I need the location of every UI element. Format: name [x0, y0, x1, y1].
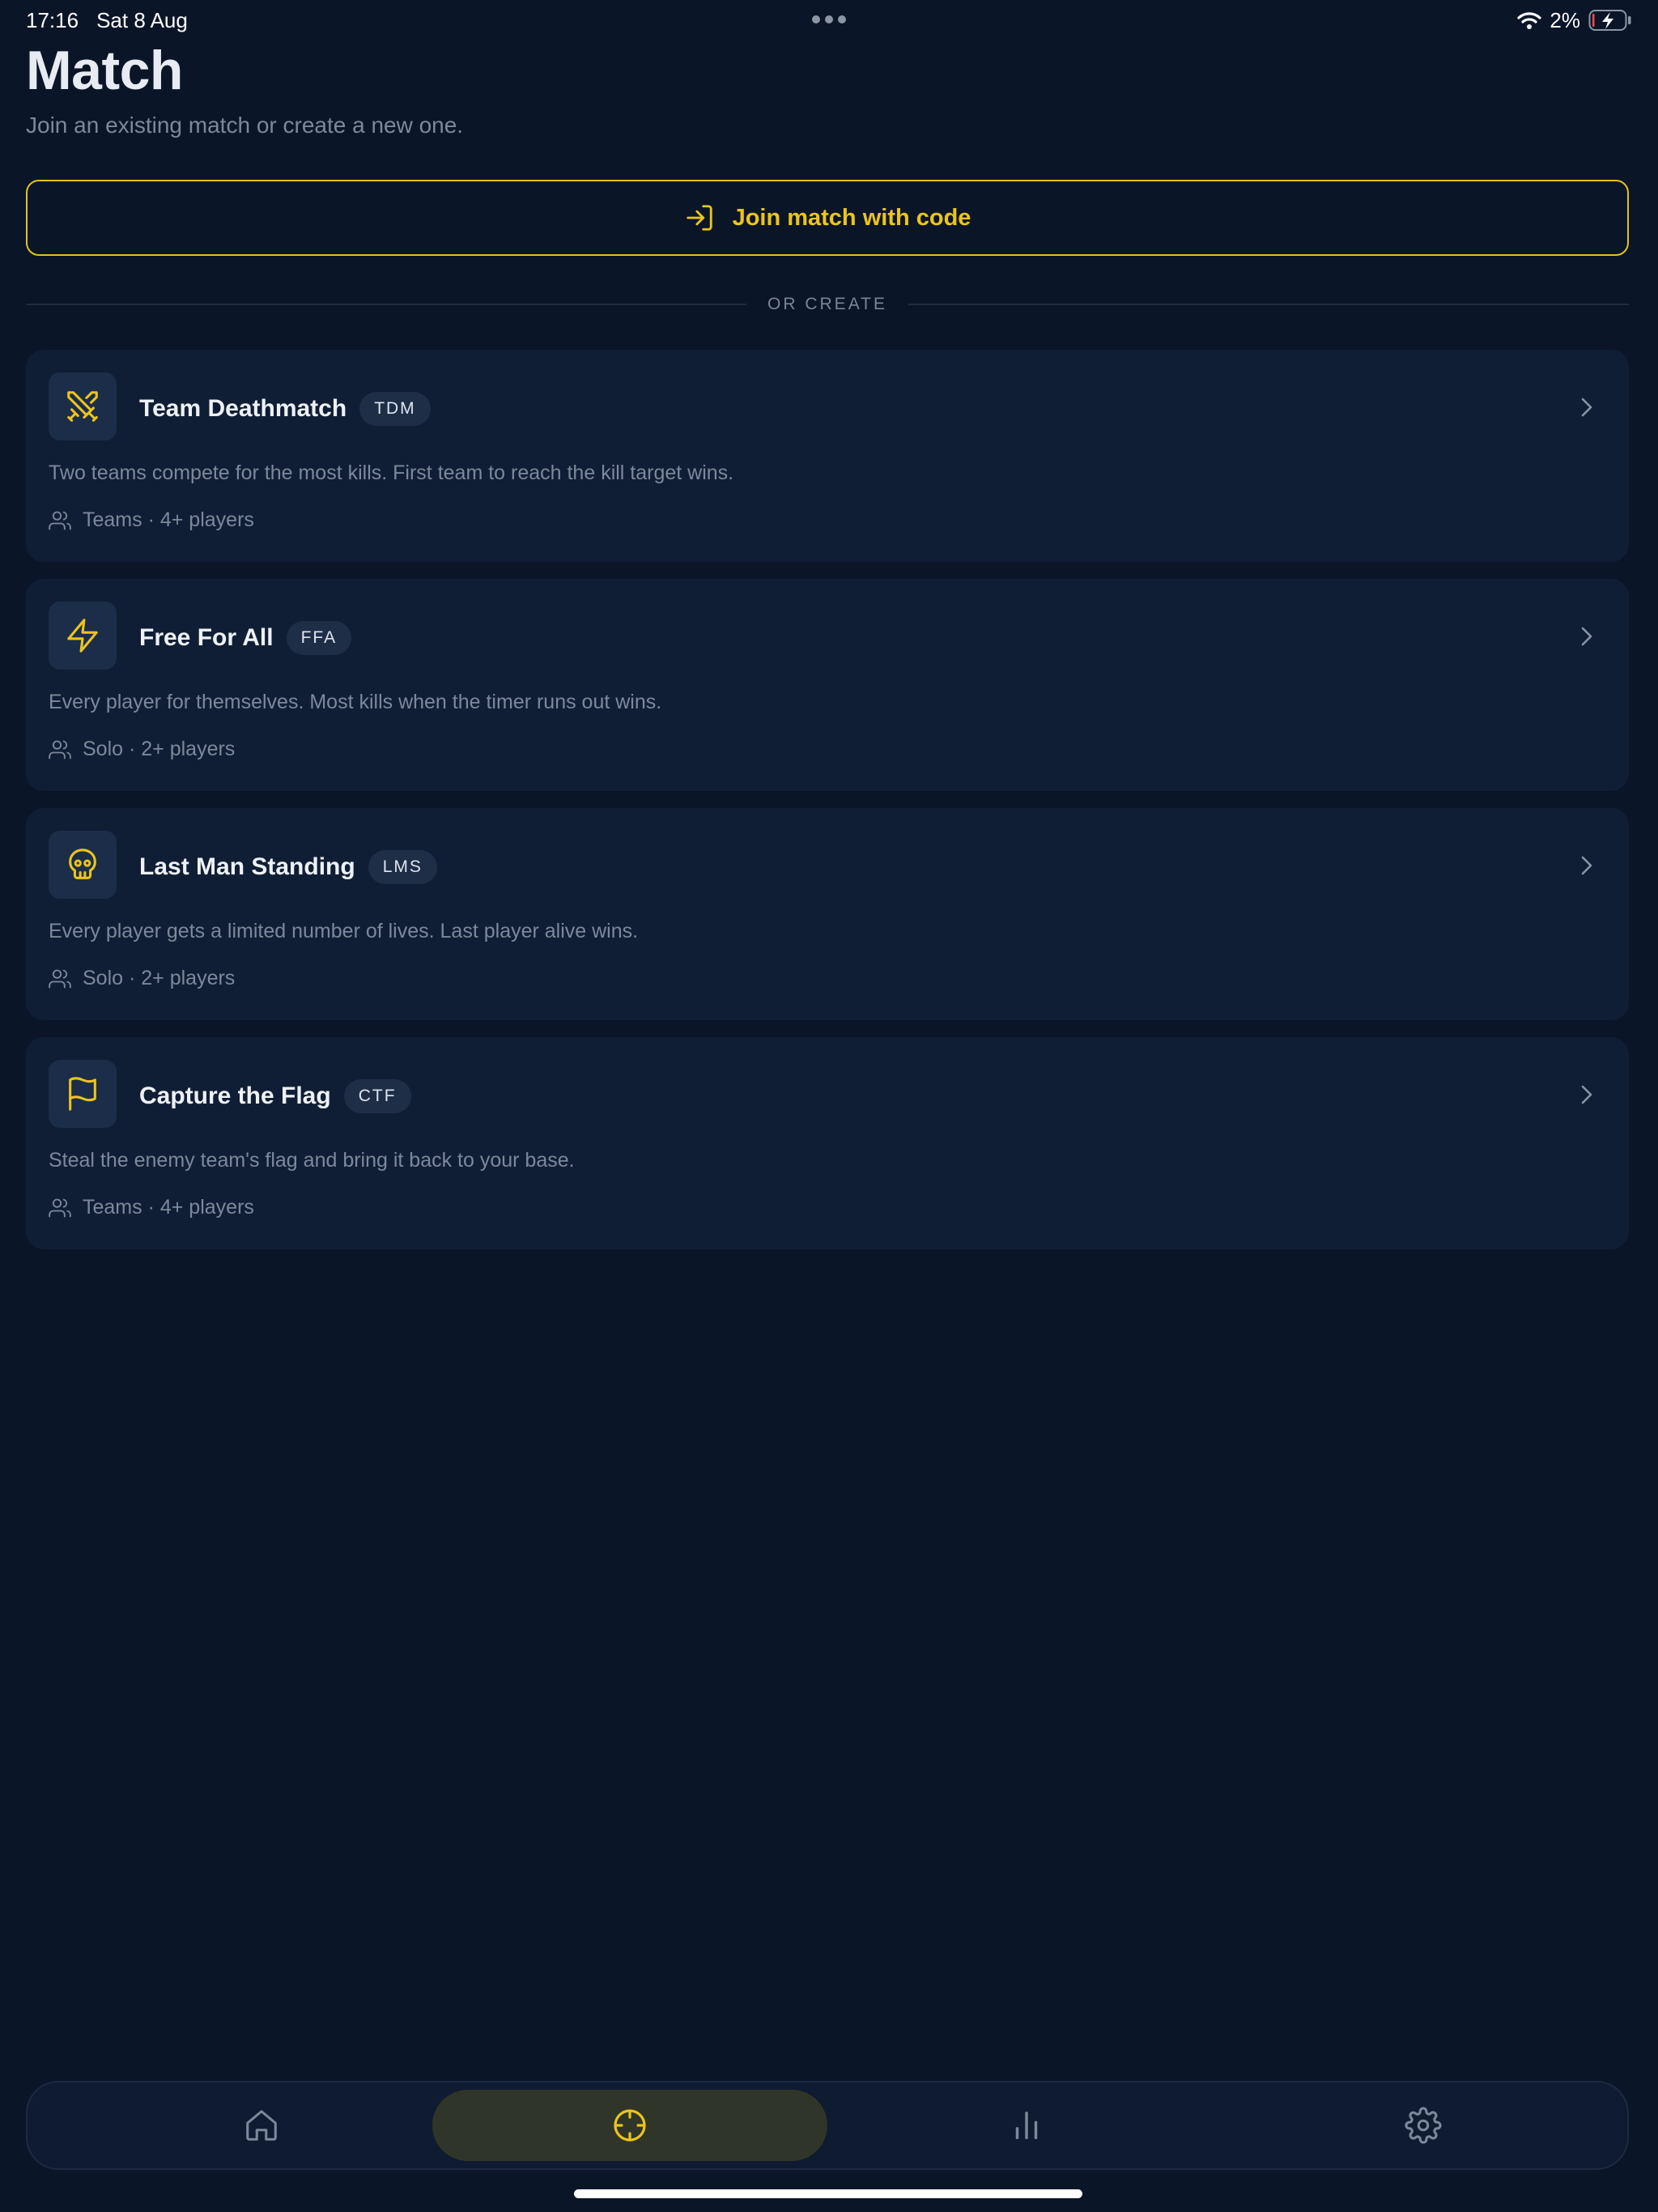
mode-icon-tile — [49, 372, 117, 440]
page-subtitle: Join an existing match or create a new o… — [26, 113, 464, 138]
status-left: 17:16 Sat 8 Aug — [26, 6, 188, 34]
wifi-icon — [1517, 12, 1542, 29]
skull-icon — [69, 849, 96, 879]
mode-title: Last Man Standing LMS — [139, 850, 437, 884]
users-icon — [49, 969, 71, 988]
mode-players: Teams · 4+ players — [83, 508, 254, 531]
mode-name: Free For All — [139, 624, 274, 651]
mode-card-lms[interactable]: Last Man Standing LMS Every player gets … — [26, 808, 1629, 1020]
mode-list: Team Deathmatch TDM Two teams compete fo… — [26, 350, 1629, 1266]
mode-description: Steal the enemy team's flag and bring it… — [49, 1149, 575, 1172]
mode-name: Team Deathmatch — [139, 395, 347, 422]
mode-icon-tile — [49, 602, 117, 670]
mode-card-ctf[interactable]: Capture the Flag CTF Steal the enemy tea… — [26, 1037, 1629, 1249]
lightning-icon — [67, 619, 98, 653]
chevron-right-icon — [1581, 627, 1592, 646]
mode-description: Every player gets a limited number of li… — [49, 920, 639, 942]
battery-percent: 2% — [1550, 7, 1580, 32]
flag-icon — [69, 1077, 96, 1111]
home-icon — [246, 2110, 277, 2141]
status-date: Sat 8 Aug — [96, 7, 188, 32]
mode-name: Last Man Standing — [139, 853, 355, 880]
status-bar: 17:16 Sat 8 Aug 2% — [26, 6, 1632, 34]
divider-line-right — [908, 304, 1629, 305]
crosshair-icon — [614, 2109, 646, 2142]
mode-tag-badge: LMS — [368, 850, 437, 884]
divider-label: OR CREATE — [767, 295, 887, 313]
mode-meta: Solo · 2+ players — [49, 967, 235, 990]
or-create-divider: OR CREATE — [26, 291, 1629, 318]
chevron-right-icon — [1581, 1085, 1592, 1104]
mode-tag-badge: TDM — [359, 392, 431, 426]
mode-name: Capture the Flag — [139, 1083, 331, 1109]
mode-players: Teams · 4+ players — [83, 1196, 254, 1219]
mode-card-tdm[interactable]: Team Deathmatch TDM Two teams compete fo… — [26, 350, 1629, 562]
mode-tag-badge: CTF — [343, 1079, 411, 1113]
divider-line-left — [26, 304, 747, 305]
chevron-right-icon — [1581, 856, 1592, 875]
bar-chart-icon — [1015, 2111, 1038, 2140]
mode-description: Two teams compete for the most kills. Fi… — [49, 462, 734, 484]
nav-tab-match[interactable] — [432, 2090, 827, 2161]
nav-tab-stats[interactable] — [829, 2090, 1224, 2161]
nav-tab-home[interactable] — [64, 2090, 459, 2161]
status-right: 2% — [1517, 6, 1632, 34]
login-icon — [686, 205, 712, 231]
status-time: 17:16 — [26, 7, 79, 32]
join-match-button[interactable]: Join match with code — [26, 180, 1629, 256]
users-icon — [49, 740, 71, 759]
mode-meta: Teams · 4+ players — [49, 508, 254, 532]
mode-title: Team Deathmatch TDM — [139, 392, 431, 426]
mode-meta: Solo · 2+ players — [49, 738, 235, 761]
chevron-right-icon — [1581, 398, 1592, 417]
home-indicator[interactable] — [574, 2189, 1082, 2198]
mode-icon-tile — [49, 831, 117, 899]
users-icon — [49, 511, 71, 530]
join-match-label: Join match with code — [732, 204, 971, 231]
crossed-swords-icon — [67, 391, 98, 422]
mode-meta: Teams · 4+ players — [49, 1196, 254, 1219]
users-icon — [49, 1198, 71, 1217]
mode-players: Solo · 2+ players — [83, 738, 236, 760]
mode-card-ffa[interactable]: Free For All FFA Every player for themse… — [26, 579, 1629, 791]
multitasking-dots-icon[interactable] — [810, 10, 848, 29]
battery-charging-icon — [1588, 10, 1631, 31]
mode-icon-tile — [49, 1060, 117, 1128]
mode-title: Capture the Flag CTF — [139, 1079, 411, 1113]
mode-players: Solo · 2+ players — [83, 967, 236, 989]
mode-title: Free For All FFA — [139, 621, 352, 655]
bottom-tab-bar — [26, 2081, 1629, 2170]
mode-tag-badge: FFA — [286, 621, 352, 655]
gear-icon — [1405, 2107, 1442, 2144]
page-title: Match — [26, 40, 183, 101]
mode-description: Every player for themselves. Most kills … — [49, 691, 662, 713]
nav-tab-settings[interactable] — [1226, 2090, 1621, 2161]
